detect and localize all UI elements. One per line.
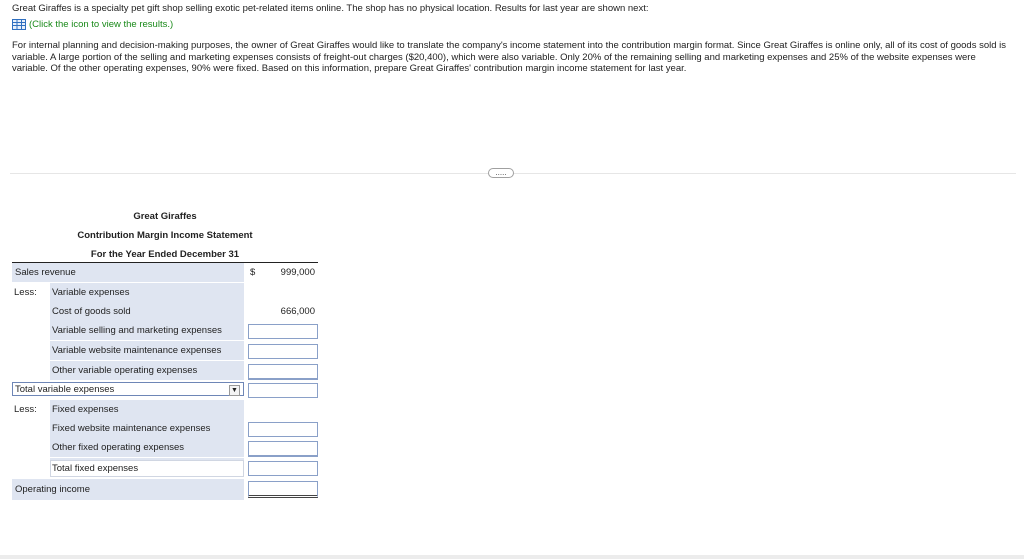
row-label-cell: Sales revenue: [12, 263, 244, 282]
row-var-selling: Variable selling and marketing expenses: [12, 321, 318, 340]
intro-text: Great Giraffes is a specialty pet gift s…: [12, 3, 649, 14]
less-fixed-cell: Less:: [12, 400, 50, 419]
less-label: Less:: [14, 287, 37, 298]
other-fixed-input[interactable]: [248, 441, 318, 457]
less-fixed-label: Less:: [14, 404, 37, 415]
other-var-label: Other variable operating expenses: [52, 365, 198, 376]
view-results-label[interactable]: (Click the icon to view the results.): [29, 19, 173, 30]
total-variable-input[interactable]: [248, 383, 318, 398]
bottom-scroll-bar: [0, 555, 1024, 559]
row-fixed-website: Fixed website maintenance expenses: [12, 419, 318, 438]
sales-revenue-value: 999,000: [280, 267, 315, 278]
other-var-input[interactable]: [248, 364, 318, 380]
row-operating-income: Operating income: [12, 479, 318, 500]
instructions-paragraph: For internal planning and decision-makin…: [12, 40, 1007, 74]
currency-symbol: $: [250, 267, 256, 278]
expand-more-button[interactable]: .....: [488, 168, 514, 178]
total-fixed-cell: Total fixed expenses: [50, 458, 244, 477]
variable-expenses-cell: Variable expenses: [50, 283, 244, 302]
fixed-website-input[interactable]: [248, 422, 318, 437]
row-sales-revenue: Sales revenue $ 999,000: [12, 263, 318, 282]
statement-period: For the Year Ended December 31: [90, 249, 240, 260]
fixed-expenses-cell: Fixed expenses: [50, 400, 244, 419]
var-website-cell: Variable website maintenance expenses: [50, 341, 244, 360]
table-icon[interactable]: [12, 19, 26, 30]
fixed-website-label: Fixed website maintenance expenses: [52, 423, 211, 434]
operating-income-label: Operating income: [15, 484, 90, 495]
row-total-variable: Total variable expenses ▼: [12, 382, 318, 401]
cogs-label: Cost of goods sold: [52, 306, 131, 317]
fixed-expenses-label: Fixed expenses: [52, 404, 119, 415]
row-cogs: Cost of goods sold 666,000: [12, 302, 318, 321]
dropdown-arrow-icon[interactable]: ▼: [229, 385, 240, 396]
operating-income-input[interactable]: [248, 481, 318, 498]
var-selling-input[interactable]: [248, 324, 318, 339]
view-results-link[interactable]: (Click the icon to view the results.): [12, 19, 173, 30]
total-fixed-field[interactable]: Total fixed expenses: [50, 460, 244, 477]
row-less-fixed: Less: Fixed expenses: [12, 400, 318, 419]
row-other-fixed: Other fixed operating expenses: [12, 438, 318, 457]
total-variable-label: Total variable expenses: [15, 383, 115, 395]
row-total-fixed: Total fixed expenses: [12, 458, 318, 477]
total-fixed-label: Total fixed expenses: [52, 463, 139, 474]
less-cell: Less:: [12, 283, 50, 302]
other-fixed-cell: Other fixed operating expenses: [50, 438, 244, 457]
operating-income-cell: Operating income: [12, 479, 244, 500]
sales-revenue-label: Sales revenue: [15, 267, 76, 278]
fixed-website-cell: Fixed website maintenance expenses: [50, 419, 244, 438]
variable-expenses-label: Variable expenses: [52, 287, 130, 298]
row-var-website: Variable website maintenance expenses: [12, 341, 318, 360]
total-variable-dropdown[interactable]: Total variable expenses ▼: [12, 382, 244, 396]
company-name: Great Giraffes: [133, 211, 197, 222]
row-other-variable: Other variable operating expenses: [12, 361, 318, 380]
other-fixed-label: Other fixed operating expenses: [52, 442, 185, 453]
var-selling-label: Variable selling and marketing expenses: [52, 325, 222, 336]
other-var-cell: Other variable operating expenses: [50, 361, 244, 380]
cogs-value: 666,000: [280, 306, 315, 317]
row-less-variable: Less: Variable expenses: [12, 283, 318, 302]
statement-title: Contribution Margin Income Statement: [77, 230, 253, 241]
var-website-label: Variable website maintenance expenses: [52, 345, 222, 356]
total-fixed-input[interactable]: [248, 461, 318, 476]
var-website-input[interactable]: [248, 344, 318, 359]
var-selling-cell: Variable selling and marketing expenses: [50, 321, 244, 340]
cogs-cell: Cost of goods sold: [50, 302, 244, 321]
